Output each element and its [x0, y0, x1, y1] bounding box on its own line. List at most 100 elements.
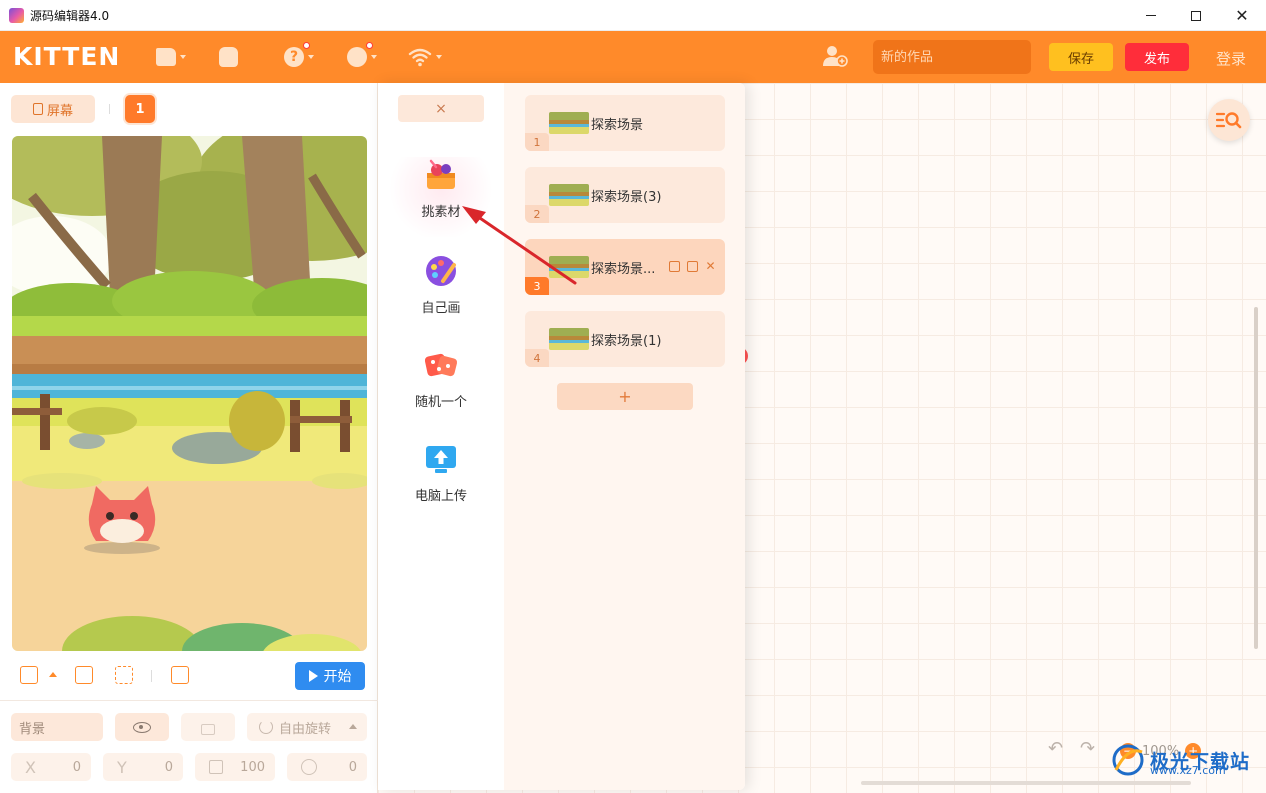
source-options: × 挑素材 自己画 随机一个 电脑上传 — [378, 83, 504, 790]
add-user-icon[interactable] — [822, 45, 848, 67]
settings-menu[interactable] — [347, 42, 377, 69]
backpack-button[interactable] — [219, 45, 238, 69]
scene-list: 探索场景 1 探索场景(3) 2 探索场景... 3 ✕ 探索场景(1) 4 + — [504, 83, 745, 790]
scene-card[interactable]: 探索场景 1 — [525, 95, 725, 151]
save-button[interactable]: 保存 — [1049, 43, 1113, 71]
maximize-icon — [1191, 10, 1201, 21]
stage-canvas[interactable] — [12, 136, 367, 651]
draw-yourself-option[interactable]: 自己画 — [378, 253, 504, 333]
scene-number: 2 — [525, 205, 549, 223]
scene-card[interactable]: 探索场景(3) 2 — [525, 167, 725, 223]
close-window-button[interactable]: ✕ — [1219, 0, 1265, 31]
fullscreen-icon[interactable] — [115, 666, 133, 684]
visibility-toggle[interactable] — [115, 713, 169, 741]
work-name-input[interactable] — [873, 40, 1031, 74]
screen-button[interactable]: 屏幕 — [11, 95, 95, 123]
search-list-icon — [1216, 112, 1242, 129]
file-icon — [156, 48, 176, 66]
lock-toggle[interactable] — [181, 713, 235, 741]
object-name-field[interactable]: 背景 — [11, 713, 103, 741]
scene-number: 1 — [525, 133, 549, 151]
file-menu[interactable] — [156, 45, 186, 69]
chevron-up-icon — [349, 724, 357, 729]
grid-icon[interactable] — [75, 666, 93, 684]
watermark-logo-icon — [1112, 744, 1144, 776]
edit-icon[interactable] — [687, 261, 698, 272]
size-field[interactable]: 100 — [195, 753, 275, 781]
maximize-button[interactable] — [1173, 0, 1219, 31]
upload-option[interactable]: 电脑上传 — [378, 441, 504, 521]
help-menu[interactable]: ? — [284, 42, 314, 69]
undo-icon[interactable]: ↶ — [1048, 740, 1068, 758]
direction-field[interactable]: 0 — [287, 753, 367, 781]
start-button[interactable]: 开始 — [295, 662, 365, 690]
chevron-down-icon — [371, 55, 377, 59]
scene-card[interactable]: 探索场景(1) 4 — [525, 311, 725, 367]
material-box-icon — [427, 159, 455, 189]
screen-number-tab[interactable]: 1 — [125, 95, 155, 123]
network-menu[interactable] — [408, 45, 442, 69]
close-icon: ✕ — [1235, 5, 1249, 25]
play-preview-icon[interactable] — [171, 666, 189, 684]
random-label: 随机一个 — [414, 395, 467, 410]
stage-panel: 屏幕 1 开始 — [0, 83, 378, 793]
screen-label: 屏幕 — [46, 103, 73, 119]
login-button[interactable]: 登录 — [1216, 48, 1246, 69]
scene-name: 探索场景... — [591, 262, 656, 277]
play-icon — [308, 670, 318, 682]
minimize-button[interactable] — [1128, 0, 1174, 31]
rotation-mode-select[interactable]: 自由旋转 — [247, 713, 367, 741]
x-value: 0 — [72, 759, 81, 775]
copy-icon[interactable] — [669, 261, 680, 272]
resize-icon — [209, 760, 223, 774]
upload-label: 电脑上传 — [414, 489, 467, 504]
scene-thumbnail — [549, 256, 589, 278]
y-label: Y — [117, 757, 127, 777]
watermark: 极光下载站 www.xz7.com — [1110, 738, 1260, 782]
orientation-icon[interactable] — [20, 666, 38, 684]
upload-icon — [426, 446, 456, 473]
chevron-down-icon — [308, 55, 314, 59]
pick-material-option[interactable]: 挑素材 — [378, 157, 504, 237]
y-value: 0 — [164, 759, 173, 775]
scene-name: 探索场景(3) — [591, 190, 662, 205]
delete-icon[interactable]: ✕ — [705, 260, 716, 272]
scene-number: 4 — [525, 349, 549, 367]
app-logo-icon — [9, 8, 24, 23]
divider — [109, 104, 110, 114]
chevron-down-icon — [180, 55, 186, 59]
add-scene-button[interactable]: + — [557, 383, 693, 410]
redo-icon[interactable]: ↷ — [1080, 740, 1100, 758]
window-title: 源码编辑器4.0 — [30, 9, 110, 23]
background-picker-panel: × 挑素材 自己画 随机一个 电脑上传 探索场景 1 探索场景(3) 2 探索场… — [378, 83, 745, 790]
scene-thumbnail — [549, 328, 589, 350]
scene-card-selected[interactable]: 探索场景... 3 ✕ — [525, 239, 725, 295]
undo-redo-group: ↶ ↷ — [1048, 740, 1100, 758]
y-position-field[interactable]: Y 0 — [103, 753, 183, 781]
draw-yourself-label: 自己画 — [421, 301, 461, 316]
publish-button[interactable]: 发布 — [1125, 43, 1189, 71]
pick-material-label: 挑素材 — [421, 205, 461, 220]
divider — [0, 700, 378, 701]
scene-name: 探索场景 — [591, 118, 644, 133]
vertical-scrollbar[interactable] — [1254, 307, 1258, 649]
chevron-up-icon[interactable] — [49, 672, 57, 677]
notification-dot — [366, 42, 373, 49]
brand-logo: KITTEN — [13, 42, 121, 71]
scene-thumbnail — [549, 184, 589, 206]
scene-number: 3 — [525, 277, 549, 295]
rotate-icon — [259, 720, 273, 734]
x-position-field[interactable]: X 0 — [11, 753, 91, 781]
settings-icon — [347, 47, 367, 67]
notification-dot — [303, 42, 310, 49]
random-option[interactable]: 随机一个 — [378, 347, 504, 427]
close-panel-button[interactable]: × — [398, 95, 484, 122]
direction-icon — [301, 759, 317, 775]
minimize-icon — [1146, 15, 1156, 16]
watermark-url: www.xz7.com — [1150, 764, 1226, 777]
lock-icon — [201, 723, 215, 735]
start-label: 开始 — [323, 669, 352, 685]
x-label: X — [25, 757, 36, 777]
search-blocks-button[interactable] — [1208, 99, 1250, 141]
title-bar: 源码编辑器4.0 ✕ — [0, 0, 1266, 31]
